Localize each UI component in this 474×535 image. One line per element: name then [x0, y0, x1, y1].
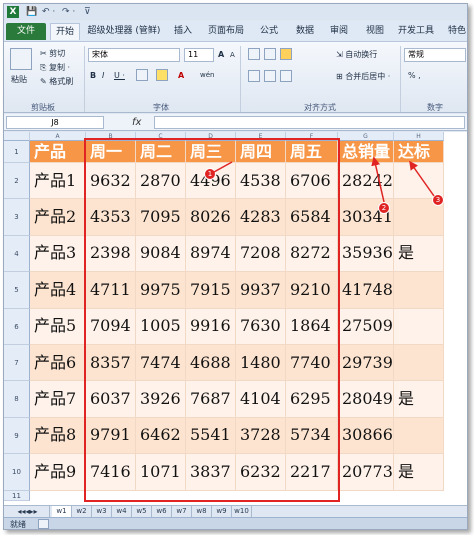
align-center-icon[interactable]	[264, 70, 276, 82]
excel-window: X 💾 ↶ · ↷ · ⊽ 文件 开始 超级处理器 (管鲜) 插入 页面布局 公式 数据 审阅…	[3, 3, 468, 530]
worksheet-grid: HGFEDCBA 1 产品 周一 周二 周三 周四 周五 总销量 达标 2 产品1 9632 2870 4…	[4, 132, 467, 505]
formula-bar: J8 fx	[4, 114, 467, 131]
status-ready: 就绪	[10, 520, 26, 529]
save-icon[interactable]: 💾	[26, 6, 37, 18]
tab-0[interactable]: 文件	[6, 23, 46, 40]
font-color-button[interactable]: A	[178, 70, 184, 81]
redo-icon[interactable]: ↷ ·	[62, 6, 75, 18]
annotation-arrow-1	[213, 161, 233, 173]
quick-access-toolbar: X 💾 ↶ · ↷ · ⊽	[4, 4, 467, 20]
format-painter-button[interactable]: ✎ 格式刷	[40, 76, 73, 87]
align-right-icon[interactable]	[280, 70, 292, 82]
percent-style-button[interactable]: % ,	[408, 70, 421, 81]
number-format-combo[interactable]: 常规	[404, 48, 466, 62]
align-left-icon[interactable]	[248, 70, 260, 82]
sheet-tab-w4[interactable]: w4	[112, 506, 132, 517]
ribbon-home: 粘贴 ✂ 剪切 ⎘ 复制 · ✎ 格式刷 剪贴板 宋体 11 A A B I U…	[4, 41, 467, 113]
wrap-text-label: 自动换行	[345, 50, 378, 59]
tab-1[interactable]: 开始	[50, 23, 80, 40]
cut-button[interactable]: ✂ 剪切	[40, 48, 65, 59]
sheet-tab-bar: ◂◂◂▸▸ w1 w2 w3 w4 w5 w6 w7 w8 w9 w10	[4, 505, 467, 517]
tab-9[interactable]: 开发工具	[394, 23, 438, 40]
tab-2[interactable]: 超级处理器 (管鲜)	[84, 23, 164, 40]
fx-icon[interactable]: fx	[132, 115, 141, 130]
sheet-tab-w8[interactable]: w8	[192, 506, 212, 517]
name-box[interactable]: J8	[6, 116, 104, 129]
font-name-combo[interactable]: 宋体	[88, 48, 180, 62]
tab-8[interactable]: 视图	[360, 23, 390, 40]
sheet-tab-w6[interactable]: w6	[152, 506, 172, 517]
group-separator	[240, 46, 241, 112]
sheet-tab-w7[interactable]: w7	[172, 506, 192, 517]
sheet-tab-w9[interactable]: w9	[212, 506, 232, 517]
clipboard-group-label: 剪贴板	[31, 103, 55, 112]
copy-button[interactable]: ⎘ 复制 ·	[40, 62, 70, 73]
tab-3[interactable]: 插入	[168, 23, 198, 40]
align-top-icon[interactable]	[248, 48, 260, 60]
sheet-nav-buttons[interactable]: ◂◂◂▸▸	[6, 506, 50, 517]
sheet-tab-w1[interactable]: w1	[52, 506, 72, 517]
annotation-arrow-3	[409, 160, 435, 197]
tab-4[interactable]: 页面布局	[202, 23, 250, 40]
copy-label: 复制 ·	[48, 63, 71, 72]
group-separator	[84, 46, 85, 112]
wrap-text-button[interactable]: ⇲ 自动换行	[336, 49, 377, 60]
font-group-label: 字体	[153, 103, 169, 112]
undo-icon[interactable]: ↶ ·	[42, 6, 55, 18]
annotation-arrow-2	[371, 156, 385, 203]
tab-5[interactable]: 公式	[254, 23, 284, 40]
ribbon-tabs: 文件 开始 超级处理器 (管鲜) 插入 页面布局 公式 数据 审阅 视图 开发工具 特色	[4, 21, 467, 41]
grow-font-button[interactable]: A	[218, 49, 224, 60]
format-painter-label: 格式刷	[49, 77, 74, 86]
macro-record-icon[interactable]	[38, 519, 49, 529]
sheet-tab-w3[interactable]: w3	[92, 506, 112, 517]
merge-center-label: 合并后居中 ·	[345, 72, 391, 81]
annotation-arrows	[213, 156, 435, 203]
customize-qat-icon[interactable]: ⊽	[84, 6, 91, 18]
status-bar: 就绪	[4, 517, 467, 529]
sheet-tab-w5[interactable]: w5	[132, 506, 152, 517]
group-separator	[400, 46, 401, 112]
bold-button[interactable]: B	[90, 70, 96, 81]
align-bottom-icon[interactable]	[280, 48, 292, 60]
excel-logo-icon: X	[7, 6, 19, 18]
underline-button[interactable]: U ·	[114, 70, 125, 81]
italic-button[interactable]: I	[102, 70, 104, 81]
fill-color-icon[interactable]	[156, 69, 168, 81]
alignment-group-label: 对齐方式	[304, 103, 336, 112]
number-group-label: 数字	[427, 103, 443, 112]
align-middle-icon[interactable]	[264, 48, 276, 60]
tab-6[interactable]: 数据	[290, 23, 320, 40]
tab-10[interactable]: 特色	[442, 23, 467, 40]
merge-center-button[interactable]: ⊞ 合并后居中 ·	[336, 71, 390, 82]
cut-label: 剪切	[49, 49, 66, 58]
border-icon[interactable]	[136, 69, 148, 81]
paste-button[interactable]: 粘贴	[11, 74, 27, 85]
paste-icon[interactable]	[10, 48, 32, 70]
tab-7[interactable]: 审阅	[324, 23, 354, 40]
sheet-tab-w2[interactable]: w2	[72, 506, 92, 517]
font-size-combo[interactable]: 11	[184, 48, 214, 62]
sheet-tab-w10[interactable]: w10	[232, 506, 252, 517]
shrink-font-button[interactable]: A	[230, 50, 235, 61]
formula-input[interactable]	[154, 116, 465, 129]
phonetic-button[interactable]: wén	[200, 70, 214, 81]
